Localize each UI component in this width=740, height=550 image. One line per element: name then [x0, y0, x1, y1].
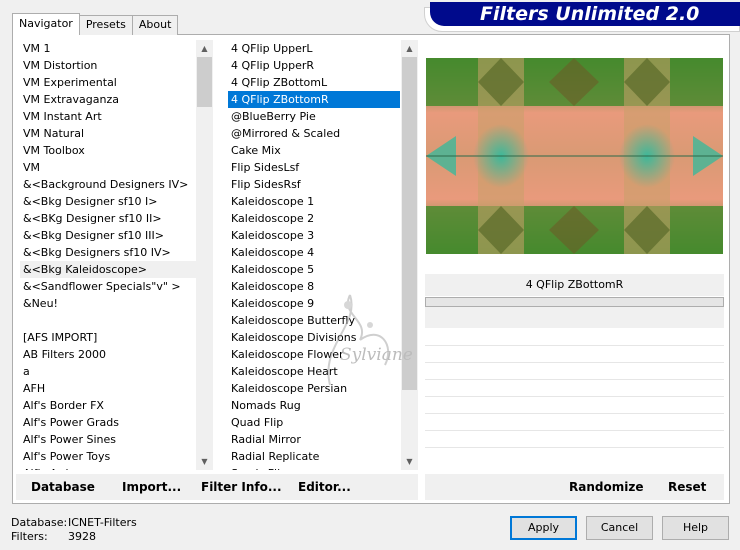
- list-item[interactable]: VM Instant Art: [20, 108, 196, 125]
- tab-bar: Navigator Presets About: [12, 13, 179, 35]
- list-item[interactable]: @Mirrored & Scaled: [228, 125, 400, 142]
- list-item[interactable]: &<Sandflower Specials"v" >: [20, 278, 196, 295]
- list-item[interactable]: VM 1: [20, 40, 196, 57]
- list-item[interactable]: VM Toolbox: [20, 142, 196, 159]
- list-item[interactable]: Nomads Rug: [228, 397, 400, 414]
- list-item[interactable]: a: [20, 363, 196, 380]
- list-item[interactable]: Alf's Power Sines: [20, 431, 196, 448]
- list-item[interactable]: &<Bkg Designer sf10 III>: [20, 227, 196, 244]
- parameter-slider[interactable]: [425, 297, 724, 307]
- list-item[interactable]: Cake Mix: [228, 142, 400, 159]
- list-item[interactable]: &Neu!: [20, 295, 196, 312]
- scroll-down-arrow-icon[interactable]: ▼: [401, 453, 418, 470]
- preview-image: [426, 58, 723, 254]
- filter-scrollbar[interactable]: ▲ ▼: [401, 40, 418, 470]
- list-item[interactable]: 4 QFlip UpperL: [228, 40, 400, 57]
- divider: [425, 413, 724, 414]
- list-item[interactable]: VM Extravaganza: [20, 91, 196, 108]
- list-item[interactable]: VM Distortion: [20, 57, 196, 74]
- list-item[interactable]: [AFS IMPORT]: [20, 329, 196, 346]
- randomize-button[interactable]: Randomize: [569, 480, 643, 494]
- tab-navigator[interactable]: Navigator: [12, 13, 80, 35]
- list-item[interactable]: Radial Mirror: [228, 431, 400, 448]
- selected-filter-name: 4 QFlip ZBottomR: [425, 274, 724, 296]
- preview-toolbar: Randomize Reset: [425, 474, 724, 500]
- import-button[interactable]: Import...: [122, 480, 181, 494]
- list-item[interactable]: Alf's Border FX: [20, 397, 196, 414]
- reset-button[interactable]: Reset: [668, 480, 706, 494]
- list-item[interactable]: Radial Replicate: [228, 448, 400, 465]
- category-scrollbar[interactable]: ▲ ▼: [196, 40, 213, 470]
- scroll-up-arrow-icon[interactable]: ▲: [196, 40, 213, 57]
- filters-status-value: 3928: [68, 530, 96, 543]
- list-item[interactable]: Kaleidoscope 3: [228, 227, 400, 244]
- list-item[interactable]: VM Natural: [20, 125, 196, 142]
- list-item[interactable]: 4 QFlip UpperR: [228, 57, 400, 74]
- list-item[interactable]: Kaleidoscope Persian: [228, 380, 400, 397]
- list-item[interactable]: Alf's Power Grads: [20, 414, 196, 431]
- list-item[interactable]: VM: [20, 159, 196, 176]
- divider: [425, 362, 724, 363]
- list-item[interactable]: &<Background Designers IV>: [20, 176, 196, 193]
- list-item[interactable]: &<Bkg Kaleidoscope>: [20, 261, 196, 278]
- divider: [425, 396, 724, 397]
- list-item[interactable]: Kaleidoscope 4: [228, 244, 400, 261]
- list-item[interactable]: Alf's Power Toys: [20, 448, 196, 465]
- list-item[interactable]: &<Bkg Designers sf10 IV>: [20, 244, 196, 261]
- filters-status-label: Filters:: [11, 530, 48, 543]
- list-item[interactable]: Kaleidoscope 5: [228, 261, 400, 278]
- database-button[interactable]: Database: [31, 480, 95, 494]
- tab-about[interactable]: About: [131, 15, 179, 35]
- scroll-up-arrow-icon[interactable]: ▲: [401, 40, 418, 57]
- list-item[interactable]: Kaleidoscope Butterfly: [228, 312, 400, 329]
- tab-presets[interactable]: Presets: [78, 15, 133, 35]
- watermark-text: Sylviane: [340, 345, 413, 365]
- parameter-area: [425, 297, 724, 328]
- scroll-down-arrow-icon[interactable]: ▼: [196, 453, 213, 470]
- list-item[interactable]: Kaleidoscope Heart: [228, 363, 400, 380]
- list-item[interactable]: Quad Flip: [228, 414, 400, 431]
- filters-unlimited-window: Filters Unlimited 2.0 Navigator Presets …: [0, 0, 740, 550]
- help-button[interactable]: Help: [662, 516, 729, 540]
- list-item[interactable]: VM Experimental: [20, 74, 196, 91]
- database-status-value: ICNET-Filters: [68, 516, 137, 529]
- divider: [425, 447, 724, 448]
- list-item[interactable]: Flip SidesRsf: [228, 176, 400, 193]
- cancel-button[interactable]: Cancel: [586, 516, 653, 540]
- database-status-label: Database:: [11, 516, 68, 529]
- list-item[interactable]: [20, 312, 196, 329]
- divider: [425, 379, 724, 380]
- category-list[interactable]: VM 1 VM Distortion VM Experimental VM Extra…: [20, 40, 196, 470]
- list-item[interactable]: Kaleidoscope 1: [228, 193, 400, 210]
- apply-button[interactable]: Apply: [510, 516, 577, 540]
- list-item[interactable]: 4 QFlip ZBottomL: [228, 74, 400, 91]
- filter-list[interactable]: 4 QFlip UpperL 4 QFlip UpperR 4 QFlip ZBot…: [228, 40, 400, 470]
- scroll-thumb[interactable]: [197, 57, 212, 107]
- list-item[interactable]: Kaleidoscope 8: [228, 278, 400, 295]
- list-item[interactable]: Alf's Ard: [20, 465, 196, 470]
- scroll-thumb[interactable]: [402, 57, 417, 390]
- kaleidoscope-preview-graphic: [426, 58, 723, 254]
- list-item[interactable]: &<BKg Designer sf10 II>: [20, 210, 196, 227]
- list-item[interactable]: Kaleidoscope Divisions: [228, 329, 400, 346]
- list-item[interactable]: @BlueBerry Pie: [228, 108, 400, 125]
- database-status: Database: ICNET-Filters: [11, 516, 137, 529]
- filters-status: Filters: 3928: [11, 530, 96, 543]
- editor-button[interactable]: Editor...: [298, 480, 351, 494]
- list-item[interactable]: &<Bkg Designer sf10 I>: [20, 193, 196, 210]
- filter-info-button[interactable]: Filter Info...: [201, 480, 282, 494]
- list-item[interactable]: Kaleidoscope 2: [228, 210, 400, 227]
- filter-toolbar: Database Import... Filter Info... Editor…: [16, 474, 418, 500]
- list-item[interactable]: Kaleidoscope 9: [228, 295, 400, 312]
- divider: [425, 430, 724, 431]
- list-item[interactable]: 4 QFlip ZBottomR: [228, 91, 400, 108]
- app-title: Filters Unlimited 2.0: [430, 2, 740, 26]
- list-item[interactable]: Seeds Flip: [228, 465, 400, 470]
- list-item[interactable]: Flip SidesLsf: [228, 159, 400, 176]
- list-item[interactable]: AB Filters 2000: [20, 346, 196, 363]
- list-item[interactable]: AFH: [20, 380, 196, 397]
- divider: [425, 345, 724, 346]
